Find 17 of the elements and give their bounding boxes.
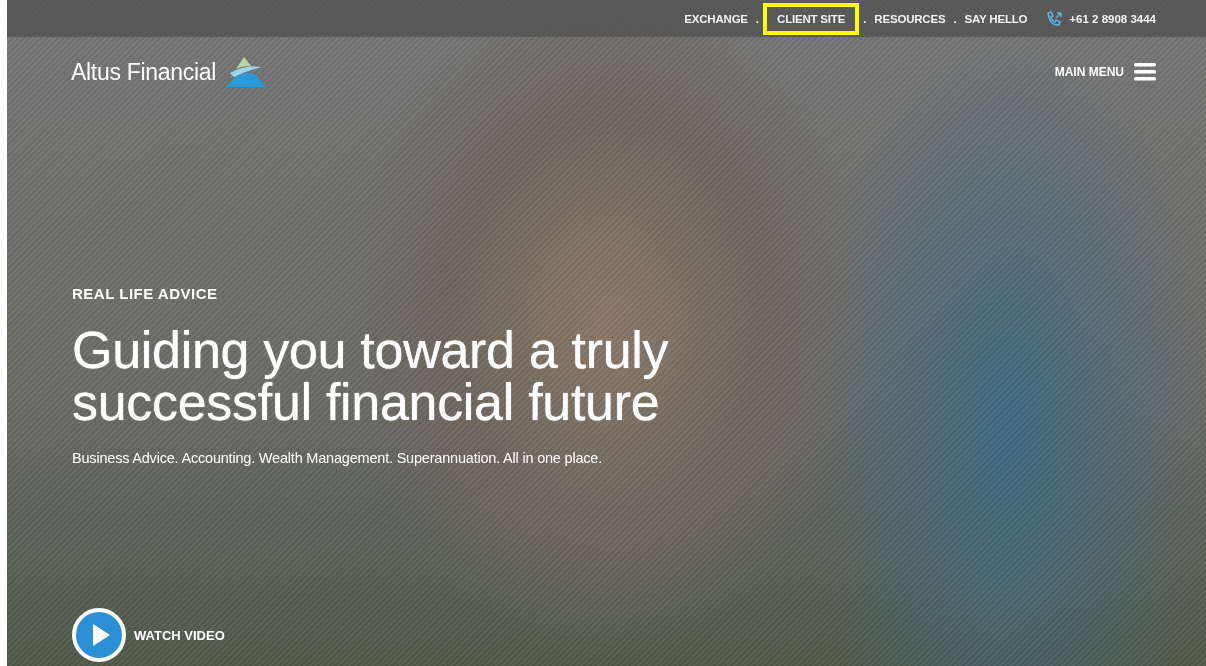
watch-video-button[interactable]: WATCH VIDEO <box>72 608 1206 662</box>
nav-link[interactable]: CLIENT SITE <box>763 2 860 35</box>
nav-link[interactable]: EXCHANGE <box>680 2 752 35</box>
phone-number[interactable]: +61 2 8908 3444 <box>1069 12 1156 25</box>
phone-icon <box>1045 10 1064 27</box>
nav-link[interactable]: SAY HELLO <box>960 2 1032 35</box>
main-menu-button[interactable]: MAIN MENU <box>1054 63 1156 81</box>
logo-text[interactable]: Altus Financial <box>71 58 217 86</box>
hero-headline: Guiding you toward a truly successful financial future <box>72 324 670 428</box>
play-icon <box>72 608 126 662</box>
menu-icon <box>1134 63 1156 81</box>
nav-separator: . <box>862 12 868 25</box>
eyebrow-text: REAL LIFE ADVICE <box>72 285 219 302</box>
hero-subtitle: Business Advice. Accounting. Wealth Management. Superannuation. All in one place. <box>72 450 604 466</box>
nav-separator: . <box>754 12 761 25</box>
nav-link[interactable]: RESOURCES <box>870 2 950 35</box>
nav-separator: . <box>952 12 958 25</box>
